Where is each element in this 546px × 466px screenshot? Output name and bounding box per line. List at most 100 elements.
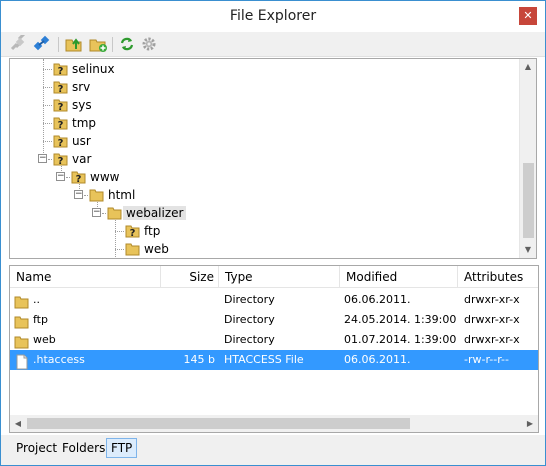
file-modified: 06.06.2011. (344, 353, 411, 366)
svg-text:?: ? (130, 228, 136, 239)
refresh-button[interactable] (117, 35, 137, 53)
svg-text:?: ? (58, 84, 64, 95)
svg-text:?: ? (58, 66, 64, 77)
file-modified: 01.07.2014. 1:39:00 (344, 333, 457, 346)
tree-item-srv[interactable]: ? srv (53, 78, 93, 96)
tree-item-html[interactable]: html (89, 186, 138, 204)
file-attributes: drwxr-xr-x (464, 293, 520, 306)
disconnect-button[interactable] (8, 32, 28, 53)
settings-button[interactable] (139, 35, 159, 53)
upload-folder-icon (65, 38, 82, 52)
upload-folder-button[interactable] (64, 35, 84, 53)
scroll-down-arrow[interactable]: ▼ (520, 242, 536, 258)
column-header-name[interactable]: Name (10, 266, 161, 288)
tree-connector (84, 195, 88, 196)
bottom-tabs: Project Folders FTP (1, 435, 545, 465)
file-name: web (33, 333, 56, 346)
tree-item-web[interactable]: web (125, 240, 172, 258)
folder-unknown-icon: ? (53, 99, 68, 113)
folder-unknown-icon: ? (53, 117, 68, 131)
tree-connector (115, 231, 124, 232)
tree-item-selinux[interactable]: ? selinux (53, 60, 118, 78)
collapse-toggle[interactable]: − (38, 154, 47, 163)
tree-item-var[interactable]: ? var (53, 150, 94, 168)
file-type: HTACCESS File (224, 353, 304, 366)
folder-icon (14, 336, 29, 349)
tab-project[interactable]: Project (12, 438, 61, 458)
file-type: Directory (224, 333, 275, 346)
file-name: .htaccess (33, 353, 85, 366)
close-button[interactable]: ✕ (519, 7, 537, 25)
folder-unknown-icon: ? (53, 153, 68, 167)
folder-icon (125, 243, 140, 256)
tree-item-usr[interactable]: ? usr (53, 132, 94, 150)
file-type: Directory (224, 293, 275, 306)
file-attributes: -rw-r--r-- (464, 353, 509, 366)
folder-unknown-icon: ? (71, 171, 86, 185)
tree-connector (102, 213, 106, 214)
toolbar-separator (112, 37, 113, 52)
tab-folders[interactable]: Folders (58, 438, 109, 458)
tree-connector (66, 177, 70, 178)
table-row[interactable]: web Directory 01.07.2014. 1:39:00 drwxr-… (10, 330, 538, 350)
table-row[interactable]: .htaccess 145 b HTACCESS File 06.06.2011… (10, 350, 538, 370)
column-header-modified[interactable]: Modified (340, 266, 458, 288)
folder-icon (14, 316, 29, 329)
tree-item-www[interactable]: ? www (71, 168, 122, 186)
file-name: .. (33, 293, 40, 306)
list-horizontal-scrollbar[interactable]: ◀ ▶ (10, 415, 538, 432)
new-folder-icon (89, 39, 107, 52)
file-attributes: drwxr-xr-x (464, 313, 520, 326)
svg-text:?: ? (58, 102, 64, 113)
file-size (161, 310, 215, 330)
tree-item-tmp[interactable]: ? tmp (53, 114, 99, 132)
folder-unknown-icon: ? (53, 135, 68, 149)
column-header-attributes[interactable]: Attributes (458, 266, 538, 288)
file-size (161, 330, 215, 350)
scroll-thumb[interactable] (523, 163, 534, 238)
table-row[interactable]: .. Directory 06.06.2011. drwxr-xr-x (10, 290, 538, 310)
scroll-left-arrow[interactable]: ◀ (10, 415, 26, 432)
file-modified: 24.05.2014. 1:39:00 (344, 313, 457, 326)
tree-item-label: www (90, 170, 120, 184)
tree-item-ftp[interactable]: ? ftp (125, 222, 163, 240)
tree-connector (115, 217, 116, 257)
collapse-toggle[interactable]: − (92, 208, 101, 217)
svg-text:?: ? (58, 156, 64, 167)
tree-item-label: tmp (72, 116, 97, 130)
file-size: 145 b (183, 353, 215, 366)
refresh-icon (120, 37, 134, 51)
settings-icon (142, 37, 156, 51)
svg-text:?: ? (58, 138, 64, 149)
file-attributes: drwxr-xr-x (464, 333, 520, 346)
tree-item-label: selinux (72, 62, 115, 76)
file-modified: 06.06.2011. (344, 293, 411, 306)
tree-item-webalizer[interactable]: webalizer (107, 204, 187, 222)
title-bar[interactable]: File Explorer ✕ (1, 1, 545, 32)
connect-icon (33, 35, 50, 51)
column-header-size[interactable]: Size (161, 266, 219, 288)
file-type: Directory (224, 313, 275, 326)
tree-item-sys[interactable]: ? sys (53, 96, 95, 114)
file-list[interactable]: Name Size Type Modified Attributes .. Di… (9, 265, 539, 433)
scroll-up-arrow[interactable]: ▲ (520, 59, 536, 75)
tab-ftp[interactable]: FTP (106, 438, 138, 458)
tree-vertical-scrollbar[interactable]: ▲ ▼ (519, 59, 536, 258)
folder-tree[interactable]: − − − − ? selinux ? srv ? sys ? tmp ? us… (9, 58, 537, 259)
column-header-type[interactable]: Type (219, 266, 340, 288)
tree-connector (43, 59, 44, 159)
tree-item-label: srv (72, 80, 91, 94)
new-folder-button[interactable] (88, 35, 108, 53)
scroll-thumb[interactable] (27, 418, 410, 429)
scroll-right-arrow[interactable]: ▶ (522, 415, 538, 432)
collapse-toggle[interactable]: − (56, 172, 65, 181)
file-icon (16, 354, 28, 370)
folder-icon (14, 296, 29, 309)
collapse-toggle[interactable]: − (74, 190, 83, 199)
file-name: ftp (33, 313, 48, 326)
table-row[interactable]: ftp Directory 24.05.2014. 1:39:00 drwxr-… (10, 310, 538, 330)
connect-button[interactable] (32, 35, 52, 53)
folder-icon (89, 189, 104, 202)
toolbar-separator (58, 37, 59, 52)
disconnect-icon (10, 32, 26, 51)
